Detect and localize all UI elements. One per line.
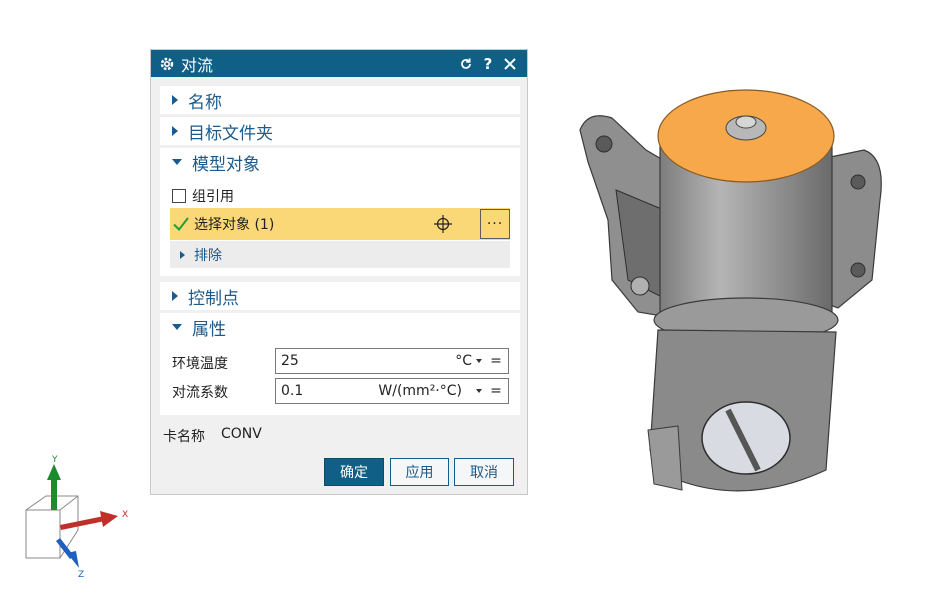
convection-dialog: 对流 ? 名称 目标文件夹 模型对象 组引用 选择对象 (1) ··· 排除 控…: [150, 49, 528, 495]
section-properties-label: 属性: [192, 319, 226, 340]
y-axis-label: Y: [51, 455, 58, 465]
gear-icon: [160, 57, 174, 70]
dialog-titlebar: 对流 ?: [151, 50, 527, 77]
ambient-temp-field[interactable]: 25 °C =: [275, 348, 509, 374]
x-axis-arrow: [60, 511, 118, 530]
z-axis-label: Z: [78, 570, 84, 580]
exclude-label: 排除: [194, 247, 222, 264]
convection-coef-unit[interactable]: W/(mm²·°C): [378, 383, 462, 399]
reset-button[interactable]: [455, 53, 477, 75]
ambient-temp-unit[interactable]: °C: [455, 353, 472, 369]
card-name-value: CONV: [221, 426, 262, 442]
ambient-temp-value[interactable]: 25: [281, 353, 455, 369]
expand-arrow-icon: [172, 126, 178, 136]
exclude-subsection[interactable]: 排除: [170, 241, 510, 268]
dropdown-arrow-icon[interactable]: [476, 389, 482, 393]
more-button[interactable]: ···: [480, 209, 510, 239]
section-model-objects-label: 模型对象: [192, 154, 260, 175]
formula-button[interactable]: =: [490, 353, 502, 369]
convection-coef-value[interactable]: 0.1: [281, 383, 378, 399]
reset-icon: [461, 58, 471, 69]
close-icon: [504, 57, 516, 70]
crosshair-icon[interactable]: [434, 215, 452, 233]
close-button[interactable]: [499, 53, 521, 75]
ok-button[interactable]: 确定: [324, 458, 384, 486]
select-objects-row[interactable]: 选择对象 (1) ···: [170, 208, 510, 240]
card-name-label: 卡名称: [163, 429, 205, 445]
help-button[interactable]: ?: [477, 53, 499, 75]
card-name-row: 卡名称 CONV: [163, 426, 262, 446]
group-ref-row[interactable]: 组引用: [172, 186, 234, 206]
part-model-view[interactable]: [568, 70, 888, 510]
group-ref-label: 组引用: [192, 189, 234, 205]
section-model-objects[interactable]: 模型对象: [160, 148, 520, 176]
select-objects-label: 选择对象 (1): [194, 217, 275, 233]
convection-coef-field[interactable]: 0.1 W/(mm²·°C) =: [275, 378, 509, 404]
section-name[interactable]: 名称: [160, 86, 520, 114]
coordinate-triad: Y X Z: [25, 455, 128, 580]
apply-button[interactable]: 应用: [390, 458, 449, 486]
collapse-arrow-icon: [172, 324, 182, 330]
z-axis-arrow: [56, 538, 79, 568]
collapse-arrow-icon: [172, 159, 182, 165]
dialog-title: 对流: [181, 55, 214, 75]
selected-top-face[interactable]: [657, 89, 835, 183]
y-axis-arrow: [47, 464, 61, 510]
convection-coef-label: 对流系数: [172, 385, 228, 401]
dropdown-arrow-icon[interactable]: [476, 359, 482, 363]
cancel-button[interactable]: 取消: [454, 458, 514, 486]
section-control-points[interactable]: 控制点: [160, 282, 520, 310]
section-control-points-label: 控制点: [188, 288, 239, 309]
x-axis-label: X: [122, 510, 128, 520]
section-target-folder-label: 目标文件夹: [188, 123, 273, 144]
group-ref-checkbox[interactable]: [172, 189, 186, 203]
expand-arrow-icon: [172, 95, 178, 105]
section-target-folder[interactable]: 目标文件夹: [160, 117, 520, 145]
lower-body: [647, 329, 837, 492]
section-name-label: 名称: [188, 92, 222, 113]
section-properties[interactable]: 属性: [160, 313, 520, 341]
expand-arrow-icon: [172, 291, 178, 301]
formula-button[interactable]: =: [490, 383, 502, 399]
expand-arrow-icon: [180, 250, 185, 259]
ambient-temp-label: 环境温度: [172, 356, 228, 372]
checkmark-icon: [173, 217, 189, 232]
